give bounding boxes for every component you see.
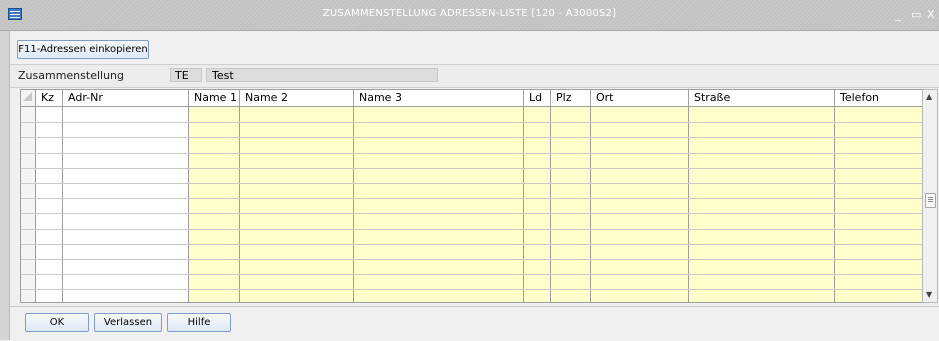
compilation-code-field: TE [170,68,202,82]
table-row[interactable] [21,274,922,275]
table-row[interactable] [21,122,922,123]
compilation-info-row: Zusammenstellung TE Test [10,64,939,88]
compilation-label: Zusammenstellung [18,69,124,82]
table-row[interactable] [21,213,922,214]
header-adr-nr[interactable]: Adr-Nr [63,90,189,106]
address-grid: Kz Adr-Nr Name 1 Name 2 Name 3 Ld Plz Or… [20,89,923,303]
table-row[interactable] [21,137,922,138]
header-kz[interactable]: Kz [36,90,63,106]
maximize-button[interactable]: ▭ [911,9,921,21]
table-row[interactable] [21,259,922,260]
table-row[interactable] [21,289,922,290]
grid-header: Kz Adr-Nr Name 1 Name 2 Name 3 Ld Plz Or… [21,90,922,107]
window-title: ZUSAMMENSTELLUNG ADRESSEN-LISTE [120 - A… [322,8,617,19]
close-button[interactable]: X [927,9,935,21]
table-row[interactable] [21,183,922,184]
header-telefon[interactable]: Telefon [835,90,922,106]
ok-button[interactable]: OK [25,313,89,332]
table-row[interactable] [21,198,922,199]
table-row[interactable] [21,168,922,169]
table-row[interactable] [21,153,922,154]
header-strasse[interactable]: Straße [689,90,835,106]
header-ld[interactable]: Ld [524,90,551,106]
window-left-frame [0,31,10,340]
table-row[interactable] [21,229,922,230]
title-bar[interactable]: ZUSAMMENSTELLUNG ADRESSEN-LISTE [120 - A… [0,0,939,31]
table-row[interactable] [21,244,922,245]
scroll-thumb[interactable] [925,193,936,208]
header-plz[interactable]: Plz [551,90,591,106]
minimize-button[interactable]: _ [895,9,901,21]
compilation-name-field: Test [206,68,438,82]
scroll-up-arrow-icon[interactable]: ▲ [926,92,932,101]
vertical-scrollbar[interactable]: ▲ ▼ [922,89,938,303]
header-name-2[interactable]: Name 2 [240,90,354,106]
scroll-down-arrow-icon[interactable]: ▼ [926,290,932,299]
header-name-3[interactable]: Name 3 [354,90,524,106]
select-all-corner[interactable] [21,90,36,106]
leave-button[interactable]: Verlassen [94,313,162,332]
help-button[interactable]: Hilfe [167,313,231,332]
header-name-1[interactable]: Name 1 [189,90,240,106]
header-ort[interactable]: Ort [591,90,689,106]
window: ZUSAMMENSTELLUNG ADRESSEN-LISTE [120 - A… [0,0,939,340]
copy-addresses-button[interactable]: F11-Adressen einkopieren [17,40,149,59]
